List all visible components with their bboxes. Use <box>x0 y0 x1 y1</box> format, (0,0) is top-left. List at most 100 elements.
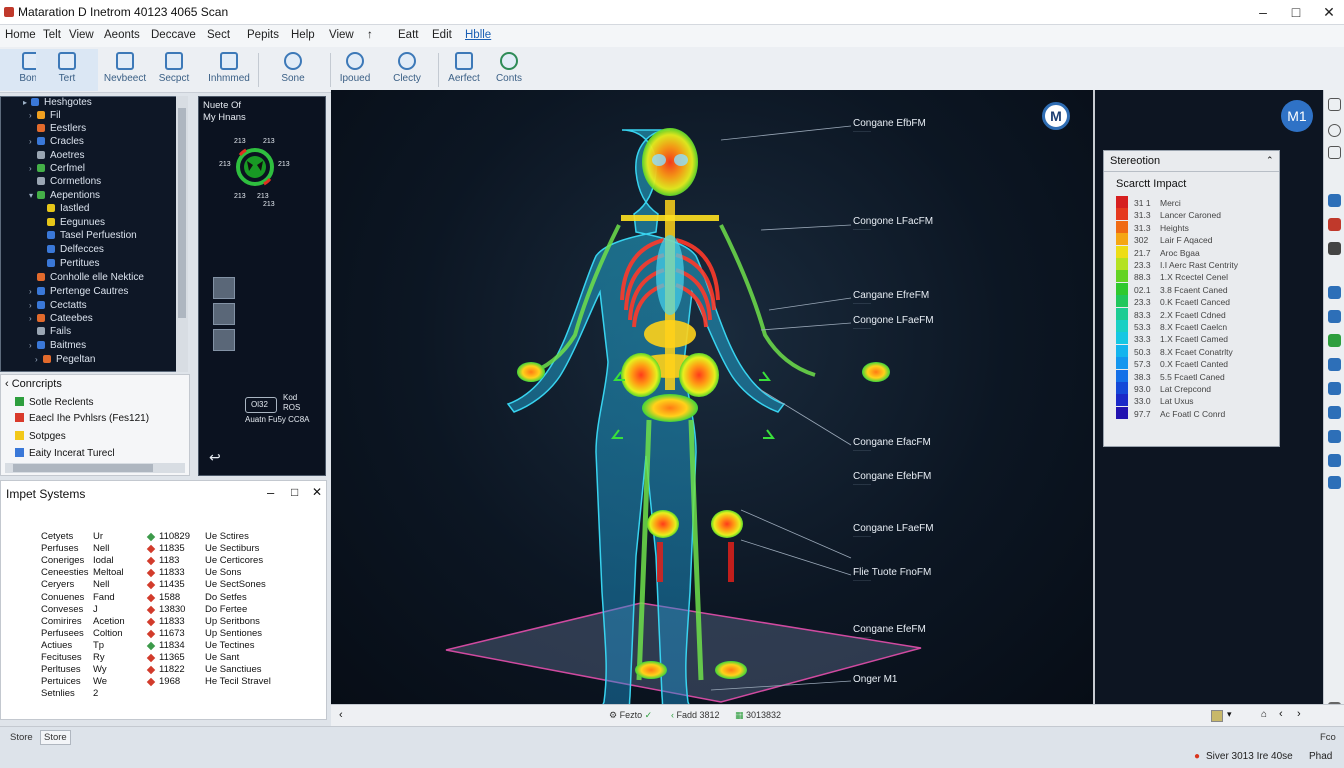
toolbar-inhmmed-button[interactable]: Inhmmed <box>198 49 260 91</box>
impact-row-name: Actiues <box>41 639 73 651</box>
tree-item[interactable]: Iastled <box>39 203 89 214</box>
menu-hblle[interactable]: Hblle <box>465 29 491 41</box>
tree-item[interactable]: › Cracles <box>29 136 84 147</box>
tree-item[interactable]: ▸ Heshgotes <box>23 97 92 108</box>
mini-tool-button[interactable] <box>213 277 235 299</box>
print-icon[interactable] <box>1328 476 1341 489</box>
callout-label[interactable]: Onger M1 <box>853 674 897 685</box>
toolbar-secpct-button[interactable]: Secpct <box>143 49 205 91</box>
tree-item[interactable]: › Cateebes <box>29 313 93 324</box>
mini-tool-button[interactable] <box>213 303 235 325</box>
callout-label[interactable]: Congane EfacFM ········· <box>853 437 931 454</box>
tree-item[interactable]: Delfecces <box>39 244 104 255</box>
tree-item[interactable]: Eegunues <box>39 217 105 228</box>
gauge-tick: 213 <box>263 201 275 208</box>
tree-scrollbar[interactable] <box>176 96 188 372</box>
pen-icon[interactable] <box>1328 218 1341 231</box>
tree-item[interactable]: › Baitmes <box>29 340 86 351</box>
chevron-down-icon[interactable]: ▾ <box>1227 709 1232 720</box>
menu-help[interactable]: Help <box>291 29 315 41</box>
concept-item[interactable]: Eaecl Ihe Pvhlsrs (Fes121) <box>15 413 149 424</box>
concepts-scrollbar[interactable] <box>5 463 185 473</box>
phone-icon[interactable]: ↩ <box>209 449 221 466</box>
menu-pepits[interactable]: Pepits <box>247 29 279 41</box>
check-icon[interactable] <box>1328 334 1341 347</box>
window-icon[interactable] <box>1328 98 1341 111</box>
callout-label[interactable]: Congone LFacFM ········· <box>853 216 933 233</box>
status-store-box[interactable]: Store <box>40 730 71 745</box>
minimize-icon[interactable]: – <box>267 485 274 500</box>
maximize-icon[interactable]: □ <box>291 485 298 499</box>
chevron-left-icon[interactable]: ‹ <box>339 709 343 721</box>
toolbar-sone-button[interactable]: Sone <box>262 49 324 91</box>
tree-item[interactable]: Pertitues <box>39 258 99 269</box>
concept-item[interactable]: Sotpges <box>15 431 66 442</box>
chevron-left-icon[interactable]: ‹ <box>1279 708 1283 720</box>
tool-icon[interactable] <box>1328 242 1341 255</box>
filter-icon[interactable] <box>1328 382 1341 395</box>
toolbar-conts-button[interactable]: Conts <box>478 49 540 91</box>
close-icon[interactable]: ✕ <box>1318 2 1340 22</box>
menu-aeonts[interactable]: Aeonts <box>104 29 140 41</box>
tree-item[interactable]: › Cerfmel <box>29 163 85 174</box>
callout-label[interactable]: Congone LFaeFM ········· <box>853 315 934 332</box>
chevron-right-icon[interactable]: › <box>1297 708 1301 720</box>
chevron-left-icon[interactable]: ‹ <box>5 378 12 390</box>
scrollbar-thumb[interactable] <box>178 108 186 318</box>
tree-item[interactable]: Eestlers <box>29 123 86 134</box>
tree-item[interactable]: Conholle elle Nektice <box>29 272 144 283</box>
legend-subtitle: Scarctt Impact <box>1116 178 1187 190</box>
tree-item[interactable]: ▾ Aepentions <box>29 190 100 201</box>
menu-view[interactable]: View <box>69 29 94 41</box>
link-icon[interactable] <box>1328 194 1341 207</box>
collapse-icon[interactable]: ⌃ <box>1266 155 1274 166</box>
settings-icon[interactable] <box>1328 286 1341 299</box>
callout-label[interactable]: Cangane EfreFM ········· <box>853 290 929 307</box>
tree-item[interactable]: Aoetres <box>29 150 84 161</box>
menu-sect[interactable]: Sect <box>207 29 230 41</box>
tree-item[interactable]: Tasel Perfuestion <box>39 230 137 241</box>
export-icon[interactable] <box>1328 454 1341 467</box>
maximize-icon[interactable]: □ <box>1285 2 1307 22</box>
legend-row: 88.3 1.X Rcectel Cenel <box>1116 270 1228 283</box>
tree-item[interactable]: Fails <box>29 326 71 337</box>
tree-item[interactable]: › Fil <box>29 110 61 121</box>
minimize-icon[interactable]: – <box>1252 2 1274 22</box>
menu-deccave[interactable]: Deccave <box>151 29 196 41</box>
concept-item[interactable]: Eaity Incerat Turecl <box>15 448 115 459</box>
edit-icon[interactable] <box>1328 146 1341 159</box>
menu-telt[interactable]: Telt <box>43 29 61 41</box>
menu-edit[interactable]: Edit <box>432 29 452 41</box>
callout-label[interactable]: Congane EfbFM ········· <box>853 118 926 135</box>
toolbar-tert-button[interactable]: Tert <box>36 49 98 91</box>
mini-tool-button[interactable] <box>213 329 235 351</box>
scrollbar-thumb[interactable] <box>13 464 153 472</box>
list-icon[interactable] <box>1328 358 1341 371</box>
callout-label[interactable]: Flie Tuote FnoFM ········· <box>853 567 931 584</box>
user-badge[interactable]: M1 <box>1281 100 1313 132</box>
concept-item[interactable]: Sotle Reclents <box>15 397 93 408</box>
menu-view-2[interactable]: View <box>329 29 354 41</box>
menu-arrow[interactable]: ↑ <box>367 29 373 41</box>
close-icon[interactable]: ✕ <box>312 485 322 499</box>
grid-icon[interactable] <box>1328 430 1341 443</box>
legend-text: Heights <box>1160 222 1189 233</box>
viewport-badge[interactable]: M <box>1042 102 1070 130</box>
layers-icon[interactable] <box>1328 406 1341 419</box>
tree-item[interactable]: › Pertenge Cautres <box>29 286 128 297</box>
tree-item[interactable]: › Pegeltan <box>35 354 95 365</box>
toolbar-clecty-button[interactable]: Clecty <box>376 49 438 91</box>
color-picker[interactable] <box>1211 710 1223 722</box>
callout-label[interactable]: Congane EfebFM ········· <box>853 471 931 488</box>
menu-home[interactable]: Home <box>5 29 36 41</box>
3d-viewport[interactable]: Congane EfbFM ········· Congone LFacFM ···… <box>331 90 1093 704</box>
tree-item[interactable]: Cormetlons <box>29 176 101 187</box>
lock-icon[interactable]: ⌂ <box>1261 709 1267 720</box>
callout-label[interactable]: Congane EfeFM ········· <box>853 624 926 641</box>
tree-item[interactable]: › Cectatts <box>29 300 87 311</box>
share-icon[interactable] <box>1328 310 1341 323</box>
copy-icon <box>455 52 473 70</box>
menu-eatt[interactable]: Eatt <box>398 29 418 41</box>
info-icon[interactable] <box>1328 124 1341 137</box>
callout-label[interactable]: Congane LFaeFM ········· <box>853 523 934 540</box>
